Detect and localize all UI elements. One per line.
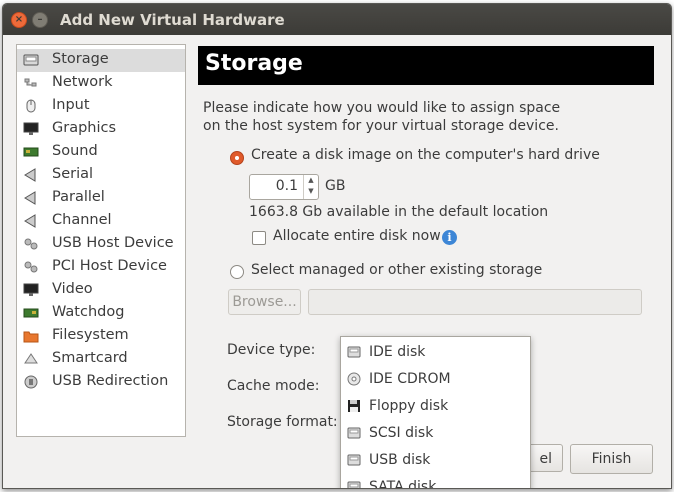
dialog-window: × – Add New Virtual Hardware Storage Net… [2,3,672,489]
sidebar-item-label: Filesystem [52,327,129,343]
device-type-label: Device type: [227,342,316,358]
sidebar-item-filesystem[interactable]: Filesystem [17,325,185,348]
hard-disk-icon [347,454,361,466]
sidebar-item-watchdog[interactable]: Watchdog [17,302,185,325]
sidebar-item-label: Video [52,281,93,297]
create-disk-label: Create a disk image on the computer's ha… [251,147,600,163]
page-title: Storage [205,51,303,76]
sidebar-item-label: USB Host Device [52,235,174,251]
browse-button[interactable]: Browse... [228,289,301,315]
allocate-checkbox[interactable] [252,231,266,245]
dropdown-item-label: Floppy disk [369,398,449,414]
dropdown-item-sata-disk[interactable]: SATA disk [341,474,530,489]
sidebar-item-network[interactable]: Network [17,72,185,95]
disk-size-spinner[interactable]: 0.1 ▲ ▼ [249,174,319,200]
sidebar-item-sound[interactable]: Sound [17,141,185,164]
sidebar-item-label: Storage [52,51,109,67]
sidebar-item-label: Graphics [52,120,117,136]
hard-disk-icon [347,346,361,358]
usb-host-icon [24,238,38,250]
close-icon[interactable]: × [11,12,27,28]
sidebar-item-serial[interactable]: Serial [17,164,185,187]
size-unit: GB [325,178,346,194]
sidebar-item-label: Sound [52,143,98,159]
hard-disk-icon [347,427,361,439]
dropdown-item-label: SATA disk [369,479,437,489]
description-line-2: on the host system for your virtual stor… [203,118,559,134]
sidebar-item-label: Smartcard [52,350,128,366]
spin-down-icon[interactable]: ▼ [304,186,318,197]
disk-size-value[interactable]: 0.1 [256,178,298,194]
parallel-port-icon [24,191,36,205]
sidebar-item-smartcard[interactable]: Smartcard [17,348,185,371]
spinner-arrows[interactable]: ▲ ▼ [303,175,318,199]
storage-icon [23,54,39,66]
usb-redirection-icon [24,375,38,389]
folder-icon [23,331,39,343]
sidebar-item-graphics[interactable]: Graphics [17,118,185,141]
dropdown-item-label: USB disk [369,452,431,468]
spin-up-icon[interactable]: ▲ [304,175,318,186]
smartcard-icon [24,353,38,364]
dropdown-item-ide-disk[interactable]: IDE disk [341,339,530,366]
watchdog-icon [23,308,39,318]
titlebar: × – Add New Virtual Hardware [3,4,671,35]
channel-icon [24,214,36,228]
storage-format-label: Storage format: [227,414,338,430]
allocate-label: Allocate entire disk now [273,228,441,244]
dropdown-item-label: SCSI disk [369,425,434,441]
hardware-list: Storage Network Input Graphics Sound Ser… [16,44,186,437]
network-icon [24,78,37,87]
dropdown-item-usb-disk[interactable]: USB disk [341,447,530,474]
info-icon[interactable]: i [442,230,457,245]
serial-port-icon [24,168,36,182]
minimize-icon[interactable]: – [32,12,48,28]
available-space: 1663.8 Gb available in the default locat… [249,204,549,220]
dropdown-item-floppy-disk[interactable]: Floppy disk [341,393,530,420]
monitor-icon [23,122,39,135]
sidebar-item-input[interactable]: Input [17,95,185,118]
hard-disk-icon [347,481,361,488]
sidebar-item-label: PCI Host Device [52,258,167,274]
pci-host-icon [24,261,38,273]
sidebar-item-pci-host-device[interactable]: PCI Host Device [17,256,185,279]
sidebar-item-usb-host-device[interactable]: USB Host Device [17,233,185,256]
dropdown-item-label: IDE CDROM [369,371,451,387]
sidebar-item-video[interactable]: Video [17,279,185,302]
floppy-icon [348,400,360,412]
dropdown-item-ide-cdrom[interactable]: IDE CDROM [341,366,530,393]
existing-storage-label: Select managed or other existing storage [251,262,543,278]
section-header: Storage [198,46,654,85]
device-type-dropdown[interactable]: IDE disk IDE CDROM Floppy disk SCSI disk… [340,336,531,489]
mouse-icon [26,99,36,113]
dropdown-item-label: IDE disk [369,344,426,360]
sidebar-item-label: Watchdog [52,304,125,320]
cancel-button-label: el [539,451,552,467]
sidebar-item-label: Input [52,97,90,113]
sidebar-item-label: Channel [52,212,112,228]
window-title: Add New Virtual Hardware [60,11,285,29]
sidebar-item-label: USB Redirection [52,373,169,389]
description-line-1: Please indicate how you would like to as… [203,100,561,116]
description: Please indicate how you would like to as… [203,99,560,135]
cdrom-icon [347,372,361,386]
existing-storage-radio[interactable] [230,265,244,279]
storage-path-input[interactable] [308,289,642,315]
sidebar-item-label: Network [52,74,113,90]
cache-mode-label: Cache mode: [227,378,320,394]
sidebar-item-label: Parallel [52,189,105,205]
sidebar-item-usb-redirection[interactable]: USB Redirection [17,371,185,394]
finish-button[interactable]: Finish [570,444,653,474]
video-icon [23,283,39,296]
sidebar-item-label: Serial [52,166,94,182]
create-disk-radio[interactable] [230,151,244,165]
sidebar-item-storage[interactable]: Storage [17,49,185,72]
sidebar-item-parallel[interactable]: Parallel [17,187,185,210]
sidebar-item-channel[interactable]: Channel [17,210,185,233]
sound-card-icon [23,147,39,157]
dropdown-item-scsi-disk[interactable]: SCSI disk [341,420,530,447]
